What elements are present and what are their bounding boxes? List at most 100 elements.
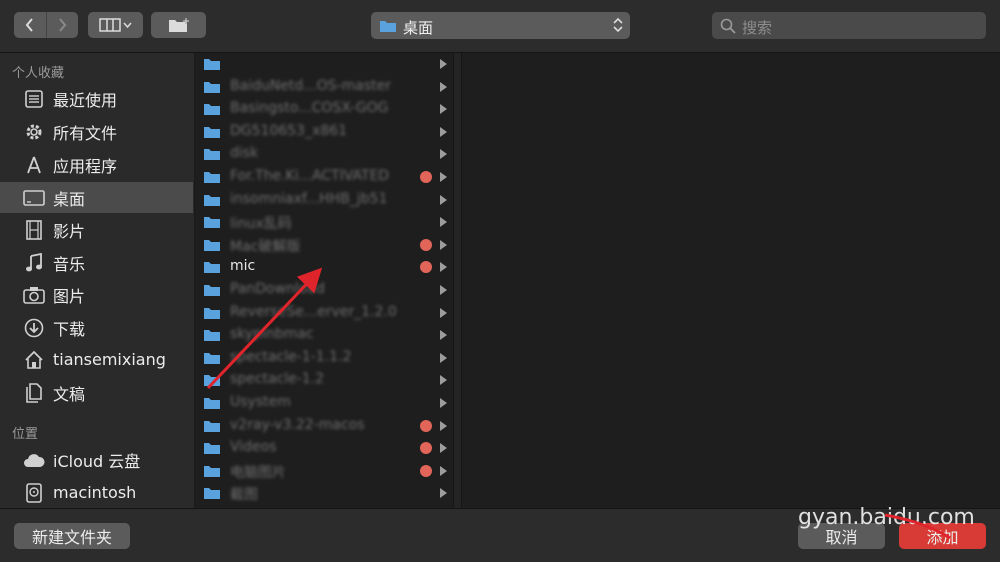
sidebar-item-label: 图片 [53,286,86,306]
file-row[interactable]: Videos [195,437,453,459]
file-row[interactable]: For.The.Ki...ACTIVATED [195,166,453,188]
folder-icon [204,217,220,229]
sidebar-item-label: 应用程序 [53,156,118,176]
view-mode-button[interactable] [88,12,143,38]
sidebar-item-pictures[interactable]: 图片 [0,279,193,310]
column-resize-handle[interactable] [453,53,462,508]
sidebar-item-label: macintosh [53,483,137,502]
file-name: Videos [230,439,277,456]
red-tag-dot [420,238,432,251]
new-folder-toolbar-button[interactable] [151,12,206,38]
file-row[interactable]: disk [195,143,453,165]
new-folder-button[interactable]: 新建文件夹 [14,523,130,549]
sidebar-item-applications[interactable]: 应用程序 [0,149,193,180]
applications-icon [23,154,45,176]
folder-icon [204,420,220,432]
desktop-icon [23,187,45,209]
sidebar-item-all-files[interactable]: 所有文件 [0,116,193,147]
sidebar: 个人收藏 最近使用 所有文件 应用程序 桌面 影片 音乐 图片 下载 tians… [0,53,195,508]
file-column: BaiduNetd...OS-master Basingsto...COSX-GO… [195,53,453,508]
location-select[interactable]: 桌面 [371,12,630,39]
sidebar-item-label: 文稿 [53,384,86,404]
music-icon [23,252,45,274]
file-name: v2ray-v3.22-macos [230,416,365,433]
file-row[interactable]: BaiduNetd...OS-master [195,76,453,98]
disclosure-arrow-icon [440,217,447,228]
folder-icon [204,239,220,251]
disclosure-arrow-icon [440,194,447,205]
column-view-icon [98,18,132,32]
location-label: 桌面 [403,19,434,37]
file-name: disk [230,145,259,162]
file-name: 电脑图片 [230,464,286,481]
folder-icon [204,443,220,455]
disk-icon [23,482,45,504]
file-row[interactable] [195,53,453,75]
back-button[interactable] [14,12,46,38]
red-tag-dot [420,419,432,432]
red-tag-dot [420,261,432,274]
cloud-icon [23,449,45,471]
file-row[interactable]: 电脑图片 [195,460,453,482]
folder-icon [204,126,220,138]
file-row[interactable]: Mac破解版 [195,234,453,256]
sidebar-item-documents[interactable]: 文稿 [0,377,193,408]
search-field[interactable]: 搜索 [712,12,986,39]
sidebar-item-downloads[interactable]: 下载 [0,312,193,343]
file-row[interactable]: mic [195,256,453,278]
toolbar: 桌面 搜索 [0,0,1000,53]
folder-icon [204,330,220,342]
disclosure-arrow-icon [440,488,447,499]
file-row[interactable]: skypinbmac [195,324,453,346]
updown-chevron-icon [613,17,623,33]
file-row[interactable]: linux乱码 [195,211,453,233]
sidebar-item-recents[interactable]: 最近使用 [0,83,193,114]
red-tag-dot [420,171,432,183]
folder-icon [204,104,220,116]
forward-button[interactable] [45,12,79,38]
file-row[interactable]: 截图 [195,482,453,504]
file-row[interactable]: PanDownload [195,279,453,301]
sidebar-item-home[interactable]: tiansemixiang [0,344,193,375]
folder-icon [204,262,220,274]
folder-icon [204,352,220,364]
file-row[interactable]: v2ray-v3.22-macos [195,415,453,437]
disclosure-arrow-icon [440,443,447,454]
file-row[interactable]: spectacle-1-1.1.2 [195,347,453,369]
download-icon [23,317,45,339]
sidebar-item-label: 音乐 [53,254,86,274]
disclosure-arrow-icon [440,59,447,69]
sidebar-item-label: tiansemixiang [53,350,166,369]
folder-icon [204,59,220,70]
file-row[interactable]: DG510653_x861 [195,121,453,143]
disclosure-arrow-icon [440,352,447,363]
sidebar-item-movies[interactable]: 影片 [0,214,193,245]
disclosure-arrow-icon [440,104,447,115]
file-row[interactable]: Usystem [195,392,453,414]
file-row[interactable]: spectacle-1.2 [195,369,453,391]
file-name: Mac破解版 [230,238,301,255]
sidebar-item-label: 所有文件 [53,123,118,143]
folder-icon [204,81,220,93]
disclosure-arrow-icon [440,126,447,137]
file-name: spectacle-1.2 [230,371,325,388]
sidebar-item-label: iCloud 云盘 [53,451,141,471]
file-row[interactable]: Basingsto...COSX-GOG [195,98,453,120]
document-icon [23,382,45,404]
red-tag-dot [420,442,432,455]
disclosure-arrow-icon [440,262,447,273]
disclosure-arrow-icon [440,375,447,386]
file-row[interactable]: ReverseSe...erver_1.2.0 [195,302,453,324]
sidebar-item-icloud[interactable]: iCloud 云盘 [0,444,193,475]
file-name: linux乱码 [230,216,292,233]
disclosure-arrow-icon [440,330,447,341]
folder-icon [204,398,220,409]
sidebar-item-macintosh[interactable]: macintosh [0,477,193,508]
sidebar-item-desktop[interactable]: 桌面 [0,182,193,213]
folder-icon [380,21,396,32]
file-name: DG510653_x861 [230,122,348,139]
search-icon [720,18,736,34]
file-row[interactable]: insomniaxf...HHB_jb51 [195,189,453,211]
sidebar-item-music[interactable]: 音乐 [0,247,193,278]
folder-icon [204,149,220,161]
